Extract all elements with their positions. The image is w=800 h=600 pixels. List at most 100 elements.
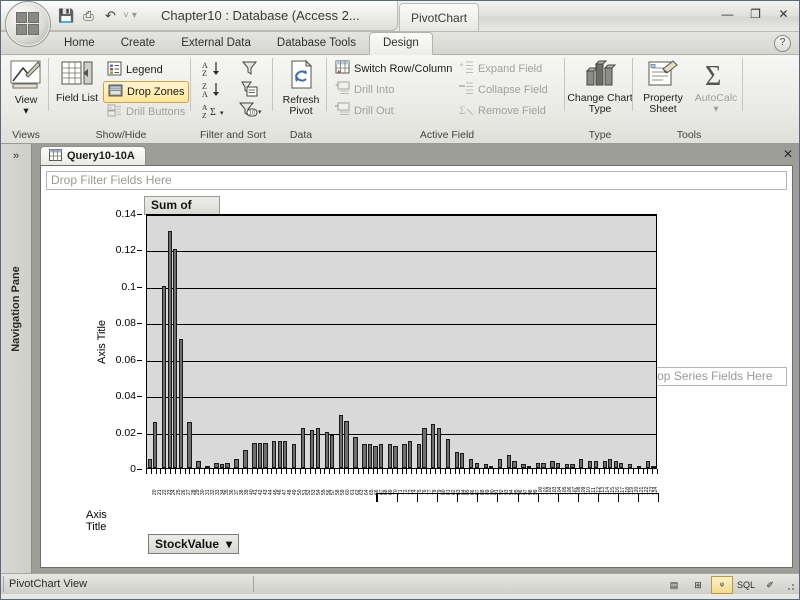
chart-bar[interactable]	[330, 435, 335, 468]
resize-grip-icon[interactable]	[786, 582, 796, 592]
design-view-button[interactable]: ✐	[759, 576, 781, 594]
chart-bar[interactable]	[292, 444, 297, 468]
chart-bar[interactable]	[147, 458, 152, 468]
chart-bar[interactable]	[362, 444, 367, 468]
chart-bar[interactable]	[613, 460, 618, 468]
pivotchart-view-button[interactable]: ᵠ	[711, 576, 733, 594]
chart-bar[interactable]	[338, 415, 344, 468]
chart-bar[interactable]	[234, 458, 239, 468]
close-document-icon[interactable]: ✕	[783, 147, 793, 161]
chart-bar[interactable]	[219, 464, 225, 468]
category-field-button-stockvalue[interactable]: StockValue ▾	[148, 534, 240, 554]
chart-bar[interactable]	[619, 462, 624, 468]
chart-bar[interactable]	[257, 442, 263, 468]
chart-bar[interactable]	[315, 427, 320, 468]
chart-bar[interactable]	[367, 444, 373, 468]
chart-bar[interactable]	[344, 420, 349, 468]
chart-bar[interactable]	[454, 451, 459, 468]
chart-bar[interactable]	[521, 464, 526, 468]
chart-bar[interactable]	[324, 431, 329, 468]
chart-bar[interactable]	[512, 460, 517, 468]
chart-bar[interactable]	[263, 442, 268, 468]
autosort-button[interactable]: A Z Σ ▾	[201, 102, 227, 122]
chart-bar[interactable]	[173, 249, 178, 468]
drop-zones-button[interactable]: Drop Zones	[103, 81, 190, 103]
chart-bar[interactable]	[422, 427, 427, 468]
chart-bar[interactable]	[252, 442, 257, 468]
chart-bar[interactable]	[402, 444, 407, 468]
chart-bar[interactable]	[387, 444, 393, 468]
chart-bar[interactable]	[214, 462, 219, 468]
sort-descending-button[interactable]: Z A	[201, 81, 223, 101]
chart-bar[interactable]	[436, 427, 441, 468]
chart-bar[interactable]	[353, 437, 358, 468]
chart-bar[interactable]	[445, 438, 450, 468]
chart-value-title[interactable]: Sum of Probability	[144, 196, 221, 229]
tab-create[interactable]: Create	[108, 33, 169, 54]
view-dropdown-arrow[interactable]: ▾	[23, 105, 28, 118]
tab-external-data[interactable]: External Data	[168, 33, 264, 54]
office-button[interactable]	[5, 1, 51, 47]
chart-bar[interactable]	[555, 462, 561, 468]
contextual-tab-pivotchart[interactable]: PivotChart	[399, 3, 480, 31]
chart-bar[interactable]	[564, 464, 570, 468]
autofilter-button[interactable]	[241, 60, 258, 79]
chart-bar[interactable]	[243, 449, 248, 468]
chart-bar[interactable]	[373, 446, 378, 468]
chart-bar[interactable]	[196, 460, 201, 468]
minimize-button[interactable]: —	[718, 6, 737, 22]
show-top-bottom-items-button[interactable]	[241, 81, 258, 100]
chart-bar[interactable]	[535, 462, 541, 468]
chart-plot-area[interactable]	[146, 214, 657, 469]
chart-bar[interactable]	[416, 444, 422, 468]
chart-bar[interactable]	[178, 338, 183, 468]
view-button[interactable]: View ▾	[3, 59, 49, 118]
undo-icon[interactable]: ↶	[101, 6, 120, 25]
chart-bar[interactable]	[187, 422, 192, 468]
category-field-dropdown-arrow[interactable]: ▾	[226, 537, 232, 551]
navigation-pane[interactable]: » Navigation Pane	[1, 144, 32, 573]
chart-bar[interactable]	[153, 422, 158, 468]
chart-bar[interactable]	[162, 285, 167, 468]
chart-bar[interactable]	[608, 458, 613, 468]
chart-bar[interactable]	[651, 466, 656, 468]
chart-bar[interactable]	[460, 453, 465, 468]
pivottable-view-button[interactable]: ⊞	[687, 576, 709, 594]
chart-bar[interactable]	[628, 464, 633, 468]
chart-bar[interactable]	[378, 444, 384, 468]
help-icon[interactable]: ?	[774, 35, 791, 52]
chart-bar[interactable]	[283, 440, 288, 468]
tab-design[interactable]: Design	[368, 32, 433, 55]
chart-bar[interactable]	[167, 231, 172, 468]
print-icon[interactable]: ⎙	[79, 6, 98, 25]
chart-bar[interactable]	[272, 440, 277, 468]
chart-bar[interactable]	[225, 462, 230, 468]
chart-bar[interactable]	[550, 460, 555, 468]
refresh-pivot-button[interactable]: Refresh Pivot	[275, 59, 327, 118]
field-list-button[interactable]: Field List	[55, 59, 99, 104]
chart-bar[interactable]	[431, 424, 436, 468]
customize-qat-icon[interactable]: ▾	[132, 10, 137, 21]
chart-bar[interactable]	[526, 466, 532, 468]
document-tab-query10-10a[interactable]: Query10-10A	[40, 146, 146, 165]
chart-bar[interactable]	[474, 462, 479, 468]
close-button[interactable]: ✕	[774, 6, 793, 22]
chart-bar[interactable]	[593, 460, 598, 468]
switch-row-column-button[interactable]: Switch Row/Column	[335, 60, 452, 77]
drop-filter-fields-zone[interactable]: Drop Filter Fields Here	[46, 171, 787, 190]
chart-bar[interactable]	[541, 462, 546, 468]
property-sheet-button[interactable]: Property Sheet	[635, 59, 691, 116]
chart-bar[interactable]	[602, 460, 607, 468]
tab-database-tools[interactable]: Database Tools	[264, 33, 369, 54]
chart-bar[interactable]	[588, 460, 593, 468]
chart-bar[interactable]	[570, 464, 575, 468]
sort-ascending-button[interactable]: A Z	[201, 60, 223, 80]
chart-bar[interactable]	[469, 458, 474, 468]
chart-bar[interactable]	[488, 466, 494, 468]
maximize-button[interactable]: ❐	[746, 6, 765, 22]
chart-bar[interactable]	[497, 458, 503, 468]
chart-bar[interactable]	[301, 427, 306, 468]
chart-bar[interactable]	[310, 429, 315, 468]
chart-bar[interactable]	[205, 466, 210, 468]
chart-bar[interactable]	[277, 440, 282, 468]
